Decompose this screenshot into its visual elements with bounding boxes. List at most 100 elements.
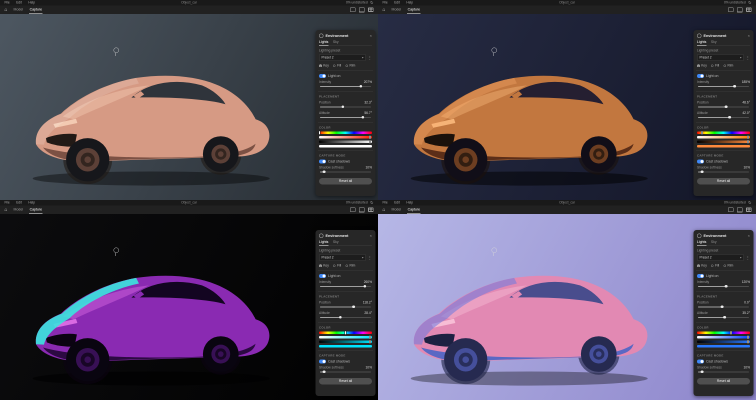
preset-select[interactable]: Preset 2 ▾ [697, 54, 744, 61]
sync-icon[interactable]: ↻ [748, 201, 751, 206]
position-slider[interactable] [698, 105, 749, 109]
value-slider[interactable] [319, 340, 372, 343]
radio-key[interactable]: Key [697, 264, 707, 268]
sync-icon[interactable]: ↻ [370, 1, 373, 6]
reset-all-button[interactable]: Reset all [319, 178, 372, 185]
shadow-softness-slider[interactable] [698, 170, 749, 174]
saturation-slider[interactable] [697, 136, 750, 139]
radio-key[interactable]: Key [697, 64, 707, 68]
tab-lights[interactable]: Lights [319, 241, 328, 247]
tab-model[interactable]: Model [391, 207, 402, 214]
altitude-slider[interactable] [698, 316, 749, 320]
preset-menu-button[interactable]: ⋮ [746, 255, 751, 260]
home-icon[interactable]: ⌂ [383, 7, 386, 13]
screenshot-icon[interactable] [728, 208, 734, 213]
light-on-toggle[interactable] [319, 274, 326, 278]
position-slider[interactable] [320, 105, 371, 109]
preset-select[interactable]: Preset 2 ▾ [319, 54, 366, 61]
saturation-slider[interactable] [697, 336, 750, 339]
light-on-toggle[interactable] [697, 274, 704, 278]
tab-lights[interactable]: Lights [697, 241, 706, 247]
viewport-3d[interactable]: Environment × Lights Sky Lighting preset… [378, 214, 756, 400]
preset-menu-button[interactable]: ⋮ [368, 255, 373, 260]
hue-slider[interactable] [319, 331, 372, 334]
grid-view-icon[interactable] [746, 208, 752, 213]
altitude-slider[interactable] [698, 116, 749, 120]
close-icon[interactable]: × [748, 34, 750, 39]
radio-rim[interactable]: Rim [723, 64, 733, 68]
tab-lights[interactable]: Lights [319, 41, 328, 47]
hue-slider[interactable] [697, 131, 750, 134]
tab-capture[interactable]: Capture [29, 6, 42, 13]
tab-sky[interactable]: Sky [711, 41, 717, 46]
radio-rim[interactable]: Rim [345, 264, 355, 268]
radio-fill[interactable]: Fill [333, 64, 341, 68]
home-icon[interactable]: ⌂ [5, 207, 8, 213]
radio-rim[interactable]: Rim [723, 264, 733, 268]
menu-file[interactable]: File [383, 201, 388, 205]
menu-edit[interactable]: Edit [394, 1, 400, 5]
screenshot-icon[interactable] [728, 8, 734, 13]
menu-file[interactable]: File [5, 201, 10, 205]
menu-help[interactable]: Help [28, 1, 35, 5]
light-on-toggle[interactable] [319, 74, 326, 78]
position-slider[interactable] [698, 305, 749, 309]
cast-shadows-toggle[interactable] [697, 360, 704, 364]
menu-help[interactable]: Help [28, 201, 35, 205]
viewport-3d[interactable]: Environment × Lights Sky Lighting preset… [378, 14, 756, 200]
altitude-slider[interactable] [320, 116, 371, 120]
value-slider[interactable] [697, 140, 750, 143]
shadow-softness-slider[interactable] [698, 370, 749, 374]
tab-capture[interactable]: Capture [407, 206, 420, 213]
radio-fill[interactable]: Fill [711, 64, 719, 68]
car-model[interactable] [8, 229, 314, 398]
tab-lights[interactable]: Lights [697, 41, 706, 47]
grid-view-icon[interactable] [368, 208, 374, 213]
cast-shadows-toggle[interactable] [319, 360, 326, 364]
sync-icon[interactable]: ↻ [748, 1, 751, 6]
saturation-slider[interactable] [319, 136, 372, 139]
light-on-toggle[interactable] [697, 74, 704, 78]
saturation-slider[interactable] [319, 336, 372, 339]
close-icon[interactable]: × [370, 234, 372, 239]
close-icon[interactable]: × [370, 34, 372, 39]
preset-menu-button[interactable]: ⋮ [746, 55, 751, 60]
tab-model[interactable]: Model [391, 7, 402, 14]
display-icon[interactable] [737, 7, 743, 12]
home-icon[interactable]: ⌂ [383, 207, 386, 213]
preset-select[interactable]: Preset 2 ▾ [319, 254, 366, 261]
radio-key[interactable]: Key [319, 64, 329, 68]
car-model[interactable] [386, 229, 692, 398]
display-icon[interactable] [737, 207, 743, 212]
menu-help[interactable]: Help [406, 201, 413, 205]
cast-shadows-toggle[interactable] [697, 160, 704, 164]
tab-capture[interactable]: Capture [29, 206, 42, 213]
position-slider[interactable] [320, 305, 371, 309]
display-icon[interactable] [359, 207, 365, 212]
menu-file[interactable]: File [383, 1, 388, 5]
grid-view-icon[interactable] [368, 8, 374, 13]
intensity-slider[interactable] [698, 285, 749, 289]
preset-menu-button[interactable]: ⋮ [368, 55, 373, 60]
intensity-slider[interactable] [320, 85, 371, 89]
menu-edit[interactable]: Edit [16, 1, 22, 5]
shadow-softness-slider[interactable] [320, 370, 371, 374]
intensity-slider[interactable] [320, 285, 371, 289]
grid-view-icon[interactable] [746, 8, 752, 13]
preset-select[interactable]: Preset 2 ▾ [697, 254, 744, 261]
cast-shadows-toggle[interactable] [319, 160, 326, 164]
intensity-slider[interactable] [698, 85, 749, 89]
screenshot-icon[interactable] [350, 8, 356, 13]
menu-edit[interactable]: Edit [16, 201, 22, 205]
sync-icon[interactable]: ↻ [370, 201, 373, 206]
tab-sky[interactable]: Sky [333, 41, 339, 46]
hue-slider[interactable] [697, 331, 750, 334]
tab-sky[interactable]: Sky [333, 241, 339, 246]
radio-key[interactable]: Key [319, 264, 329, 268]
altitude-slider[interactable] [320, 316, 371, 320]
menu-edit[interactable]: Edit [394, 201, 400, 205]
radio-fill[interactable]: Fill [333, 264, 341, 268]
reset-all-button[interactable]: Reset all [319, 378, 372, 385]
display-icon[interactable] [359, 7, 365, 12]
value-slider[interactable] [697, 340, 750, 343]
